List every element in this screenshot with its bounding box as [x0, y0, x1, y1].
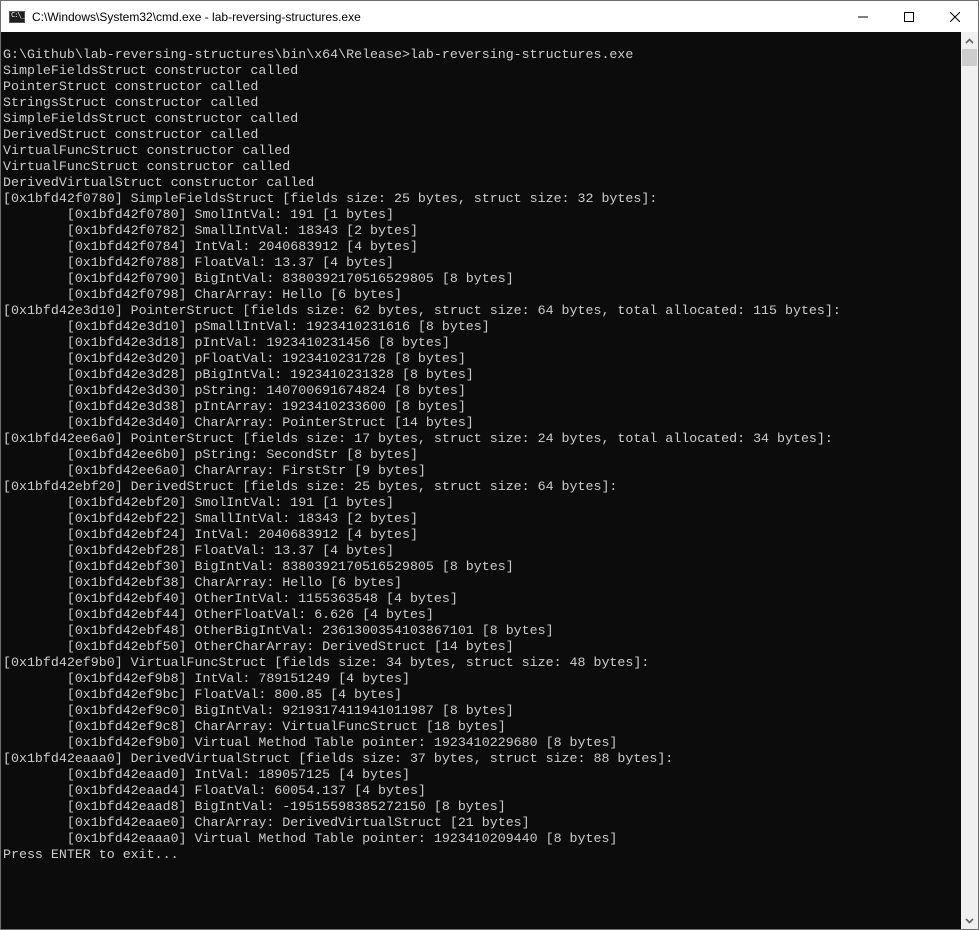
- console-line: [0x1bfd42f0798] CharArray: Hello [6 byte…: [3, 287, 402, 302]
- maximize-icon: [904, 11, 914, 22]
- console-line: [0x1bfd42ef9c0] BigIntVal: 9219317411941…: [3, 703, 514, 718]
- console-line: [0x1bfd42eaad4] FloatVal: 60054.137 [4 b…: [3, 783, 426, 798]
- console-line: [0x1bfd42e3d10] PointerStruct [fields si…: [3, 303, 841, 318]
- close-icon: [950, 11, 960, 22]
- console-line: [0x1bfd42ebf38] CharArray: Hello [6 byte…: [3, 575, 402, 590]
- console-line: [0x1bfd42ebf22] SmallIntVal: 18343 [2 by…: [3, 511, 418, 526]
- console-line: [0x1bfd42e3d38] pIntArray: 1923410233600…: [3, 399, 466, 414]
- console-line: [0x1bfd42f0780] SmolIntVal: 191 [1 bytes…: [3, 207, 394, 222]
- console-line: [0x1bfd42ebf44] OtherFloatVal: 6.626 [4 …: [3, 607, 434, 622]
- scroll-thumb[interactable]: [962, 49, 977, 66]
- console-line: [0x1bfd42e3d20] pFloatVal: 1923410231728…: [3, 351, 466, 366]
- cmd-window: C:\Windows\System32\cmd.exe - lab-revers…: [0, 0, 979, 930]
- console-line: G:\Github\lab-reversing-structures\bin\x…: [3, 47, 634, 62]
- console-line: [0x1bfd42ef9b0] Virtual Method Table poi…: [3, 735, 618, 750]
- console-output[interactable]: G:\Github\lab-reversing-structures\bin\x…: [1, 32, 962, 929]
- console-line: [0x1bfd42ef9c8] CharArray: VirtualFuncSt…: [3, 719, 506, 734]
- console-line: [0x1bfd42f0784] IntVal: 2040683912 [4 by…: [3, 239, 418, 254]
- window-title: C:\Windows\System32\cmd.exe - lab-revers…: [32, 9, 361, 24]
- console-line: [0x1bfd42e3d28] pBigIntVal: 192341023132…: [3, 367, 474, 382]
- console-line: [0x1bfd42ef9b0] VirtualFuncStruct [field…: [3, 655, 650, 670]
- minimize-button[interactable]: [840, 1, 886, 32]
- console-line: [0x1bfd42e3d18] pIntVal: 1923410231456 […: [3, 335, 450, 350]
- console-line: PointerStruct constructor called: [3, 79, 259, 94]
- console-line: [0x1bfd42ebf40] OtherIntVal: 1155363548 …: [3, 591, 458, 606]
- console-line: DerivedVirtualStruct constructor called: [3, 175, 315, 190]
- console-line: [0x1bfd42ebf20] SmolIntVal: 191 [1 bytes…: [3, 495, 394, 510]
- console-line: [0x1bfd42ef9b8] IntVal: 789151249 [4 byt…: [3, 671, 410, 686]
- chevron-down-icon: [965, 917, 974, 924]
- console-line: SimpleFieldsStruct constructor called: [3, 111, 299, 126]
- console-line: [0x1bfd42e3d40] CharArray: PointerStruct…: [3, 415, 474, 430]
- console-line: [0x1bfd42ebf20] DerivedStruct [fields si…: [3, 479, 618, 494]
- console-line: [0x1bfd42ee6a0] PointerStruct [fields si…: [3, 431, 833, 446]
- console-line: [0x1bfd42ebf24] IntVal: 2040683912 [4 by…: [3, 527, 418, 542]
- console-line: [0x1bfd42ebf50] OtherCharArray: DerivedS…: [3, 639, 514, 654]
- vertical-scrollbar[interactable]: [961, 32, 978, 929]
- console-text: G:\Github\lab-reversing-structures\bin\x…: [1, 32, 962, 863]
- console-line: [0x1bfd42ebf28] FloatVal: 13.37 [4 bytes…: [3, 543, 394, 558]
- cmd-icon[interactable]: [9, 10, 25, 23]
- console-line: SimpleFieldsStruct constructor called: [3, 63, 299, 78]
- maximize-button[interactable]: [886, 1, 932, 32]
- console-line: VirtualFuncStruct constructor called: [3, 159, 291, 174]
- console-line: [0x1bfd42eaad0] IntVal: 189057125 [4 byt…: [3, 767, 410, 782]
- title-bar[interactable]: C:\Windows\System32\cmd.exe - lab-revers…: [1, 1, 978, 32]
- console-line: DerivedStruct constructor called: [3, 127, 259, 142]
- console-line: [0x1bfd42eaaa0] Virtual Method Table poi…: [3, 831, 618, 846]
- console-line: [0x1bfd42f0790] BigIntVal: 8380392170516…: [3, 271, 514, 286]
- close-button[interactable]: [932, 1, 978, 32]
- console-line: [0x1bfd42e3d10] pSmallIntVal: 1923410231…: [3, 319, 490, 334]
- scroll-up-button[interactable]: [961, 32, 978, 49]
- console-line: [0x1bfd42f0788] FloatVal: 13.37 [4 bytes…: [3, 255, 394, 270]
- console-line: [0x1bfd42eaaa0] DerivedVirtualStruct [fi…: [3, 751, 674, 766]
- console-line: [0x1bfd42e3d30] pString: 140700691674824…: [3, 383, 466, 398]
- console-line: [0x1bfd42ebf48] OtherBigIntVal: 23613003…: [3, 623, 554, 638]
- console-line: [0x1bfd42f0782] SmallIntVal: 18343 [2 by…: [3, 223, 418, 238]
- console-line: [0x1bfd42f0780] SimpleFieldsStruct [fiel…: [3, 191, 658, 206]
- chevron-up-icon: [965, 37, 974, 44]
- console-line: [0x1bfd42ebf30] BigIntVal: 8380392170516…: [3, 559, 514, 574]
- minimize-icon: [858, 16, 868, 17]
- scroll-down-button[interactable]: [961, 912, 978, 929]
- console-line: [0x1bfd42eaad8] BigIntVal: -195155983852…: [3, 799, 506, 814]
- console-line: Press ENTER to exit...: [3, 847, 179, 862]
- console-line: VirtualFuncStruct constructor called: [3, 143, 291, 158]
- console-line: StringsStruct constructor called: [3, 95, 259, 110]
- window-controls: [840, 1, 978, 32]
- console-line: [0x1bfd42eaae0] CharArray: DerivedVirtua…: [3, 815, 530, 830]
- console-line: [0x1bfd42ee6b0] pString: SecondStr [8 by…: [3, 447, 418, 462]
- console-line: [0x1bfd42ee6a0] CharArray: FirstStr [9 b…: [3, 463, 426, 478]
- console-line: [0x1bfd42ef9bc] FloatVal: 800.85 [4 byte…: [3, 687, 402, 702]
